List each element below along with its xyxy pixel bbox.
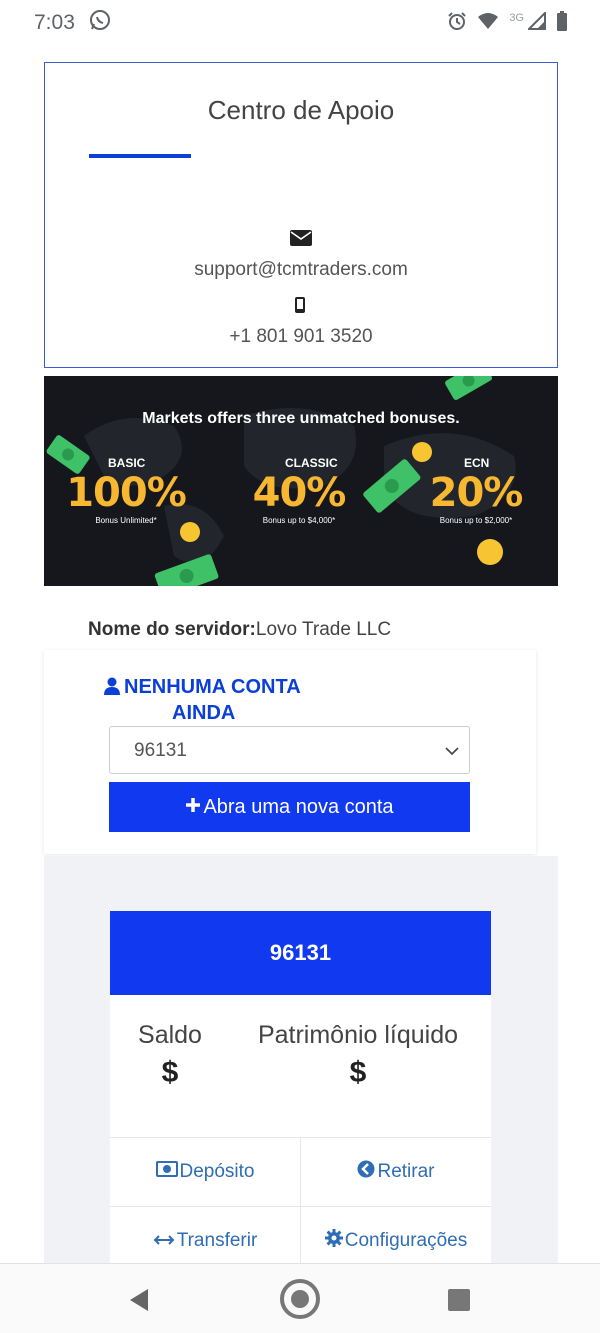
battery-icon <box>556 10 568 36</box>
account-actions: Depósito Retirar Transferir Configuraçõe… <box>110 1137 491 1276</box>
status-bar: 7:03 3G <box>0 0 600 46</box>
swap-icon <box>153 1230 175 1252</box>
settings-label: Configurações <box>344 1230 468 1251</box>
phone-icon <box>295 297 305 318</box>
network-type: 3G <box>509 12 524 24</box>
bonus-name: CLASSIC <box>285 456 338 470</box>
deposit-button[interactable]: Depósito <box>110 1138 300 1206</box>
support-email-link[interactable]: support@tcmtraders.com <box>45 259 557 281</box>
account-summary-area: 96131 Saldo $ Patrimônio líquido $ Depós… <box>44 856 558 1276</box>
server-label: Nome do servidor: <box>88 619 256 640</box>
bonus-note: Bonus up to $4,000* <box>262 516 336 525</box>
open-account-button[interactable]: Abra uma nova conta <box>109 782 470 832</box>
banner-headline: Markets offers three unmatched bonuses. <box>142 410 460 427</box>
whatsapp-icon <box>89 9 111 37</box>
support-card: Centro de Apoio support@tcmtraders.com +… <box>44 62 558 368</box>
bonus-note: Bonus Unlimited* <box>95 516 157 525</box>
bonus-banner[interactable]: Markets offers three unmatched bonuses. … <box>44 376 558 586</box>
plus-icon <box>185 796 201 819</box>
recent-apps-icon[interactable] <box>448 1289 470 1316</box>
withdraw-label: Retirar <box>377 1161 435 1182</box>
bonus-note: Bonus up to $2,000* <box>439 516 513 525</box>
arrow-left-circle-icon <box>357 1160 375 1184</box>
bonus-ecn: ECN 20% Bonus up to $2,000* <box>396 456 556 525</box>
support-title: Centro de Apoio <box>207 95 395 125</box>
back-icon[interactable] <box>128 1288 150 1317</box>
money-icon <box>155 1161 178 1183</box>
mail-icon <box>290 230 312 251</box>
no-account-line2: AINDA <box>172 702 236 724</box>
bonus-percent: 40% <box>252 470 347 516</box>
gear-icon <box>324 1229 343 1253</box>
title-underline <box>89 154 191 158</box>
home-icon[interactable] <box>279 1278 321 1325</box>
equity-metric: Patrimônio líquido $ <box>250 1021 466 1090</box>
bonus-basic: BASIC 100% Bonus Unlimited* <box>46 456 206 525</box>
bonus-percent: 20% <box>429 470 524 516</box>
account-card: 96131 Saldo $ Patrimônio líquido $ Depós… <box>110 911 491 1276</box>
signal-icon <box>526 10 546 35</box>
balance-label: Saldo <box>138 1021 202 1049</box>
clock: 7:03 <box>34 11 75 34</box>
support-phone-link[interactable]: +1 801 901 3520 <box>45 326 557 348</box>
server-value: Lovo Trade LLC <box>255 619 392 640</box>
balance-metric: Saldo $ <box>130 1021 210 1090</box>
equity-value: $ <box>349 1056 367 1089</box>
alarm-icon <box>447 11 467 36</box>
account-panel: NENHUMA CONTA AINDA 96131 Abra uma nova … <box>44 650 536 854</box>
wifi-icon <box>477 12 499 35</box>
user-icon <box>104 677 120 701</box>
bonus-percent: 100% <box>66 470 187 516</box>
bonus-classic: CLASSIC 40% Bonus up to $4,000* <box>219 456 379 525</box>
chevron-down-icon <box>445 743 459 761</box>
withdraw-button[interactable]: Retirar <box>300 1138 491 1206</box>
account-number: 96131 <box>110 911 491 995</box>
balance-value: $ <box>161 1056 179 1089</box>
open-account-label: Abra uma nova conta <box>203 795 394 818</box>
bonus-name: ECN <box>464 456 490 470</box>
action-row: Depósito Retirar <box>110 1138 491 1207</box>
bonus-name: BASIC <box>108 456 146 470</box>
account-select-value: 96131 <box>134 740 187 761</box>
server-name: Nome do servidor:Lovo Trade LLC <box>88 619 391 641</box>
transfer-label: Transferir <box>176 1230 258 1251</box>
equity-label: Patrimônio líquido <box>257 1021 459 1049</box>
deposit-label: Depósito <box>179 1161 255 1182</box>
account-select[interactable]: 96131 <box>109 726 470 774</box>
no-account-heading: NENHUMA CONTA AINDA <box>104 675 324 725</box>
no-account-line1: NENHUMA CONTA <box>124 676 301 698</box>
navigation-bar <box>0 1263 600 1333</box>
